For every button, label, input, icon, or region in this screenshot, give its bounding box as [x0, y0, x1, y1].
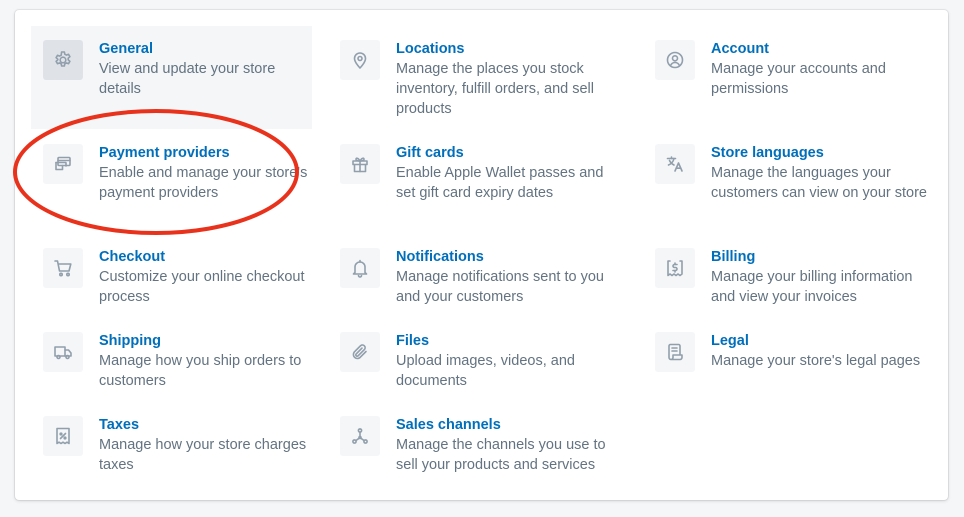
- settings-item-title: Files: [396, 333, 430, 349]
- settings-item-description: Manage your billing information and view…: [711, 269, 913, 305]
- gear-icon: [43, 40, 83, 80]
- settings-item-legal[interactable]: Legal Manage your store's legal pages: [643, 318, 938, 402]
- settings-item-taxes[interactable]: Taxes Manage how your store charges taxe…: [31, 402, 312, 486]
- paperclip-icon: [340, 332, 380, 372]
- settings-item-description: Upload images, videos, and documents: [396, 353, 575, 389]
- translate-icon: [655, 144, 695, 184]
- settings-item-title: Gift cards: [396, 145, 464, 161]
- settings-item-description: Manage the languages your customers can …: [711, 165, 927, 201]
- settings-item-title: Sales channels: [396, 417, 501, 433]
- settings-item-checkout[interactable]: Checkout Customize your online checkout …: [31, 234, 312, 318]
- settings-item-description: Manage the channels you use to sell your…: [396, 437, 606, 473]
- legal-scroll-icon: [655, 332, 695, 372]
- settings-card: General View and update your store detai…: [15, 10, 948, 500]
- settings-item-description: Manage your store's legal pages: [711, 353, 921, 369]
- location-pin-icon: [340, 40, 380, 80]
- settings-item-title: Checkout: [99, 249, 166, 265]
- settings-item-description: Manage how you ship orders to customers: [99, 353, 302, 389]
- settings-item-notifications[interactable]: Notifications Manage notifications sent …: [328, 234, 628, 318]
- payment-cards-icon: [43, 144, 83, 184]
- settings-item-store-languages[interactable]: Store languages Manage the languages you…: [643, 130, 938, 233]
- settings-item-description: Manage notifications sent to you and you…: [396, 269, 604, 305]
- billing-icon: [655, 248, 695, 288]
- settings-item-general[interactable]: General View and update your store detai…: [31, 26, 312, 129]
- settings-item-gift-cards[interactable]: Gift cards Enable Apple Wallet passes an…: [328, 130, 628, 233]
- bell-icon: [340, 248, 380, 288]
- settings-item-title: Notifications: [396, 249, 484, 265]
- settings-item-payment-providers[interactable]: Payment providers Enable and manage your…: [31, 130, 312, 233]
- settings-item-description: Manage your accounts and permissions: [711, 61, 886, 97]
- settings-item-description: Enable and manage your store's payment p…: [99, 165, 308, 201]
- settings-item-locations[interactable]: Locations Manage the places you stock in…: [328, 26, 628, 129]
- settings-item-description: View and update your store details: [99, 61, 276, 97]
- settings-item-title: Billing: [711, 249, 756, 265]
- settings-item-description: Manage how your store charges taxes: [99, 437, 307, 473]
- gift-icon: [340, 144, 380, 184]
- settings-item-title: Legal: [711, 333, 749, 349]
- cart-icon: [43, 248, 83, 288]
- settings-item-title: Taxes: [99, 417, 140, 433]
- settings-item-description: Customize your online checkout process: [99, 269, 305, 305]
- settings-item-files[interactable]: Files Upload images, videos, and documen…: [328, 318, 628, 402]
- settings-item-shipping[interactable]: Shipping Manage how you ship orders to c…: [31, 318, 312, 402]
- settings-item-account[interactable]: Account Manage your accounts and permiss…: [643, 26, 938, 129]
- settings-item-billing[interactable]: Billing Manage your billing information …: [643, 234, 938, 318]
- tax-receipt-icon: [43, 416, 83, 456]
- settings-item-title: Locations: [396, 41, 465, 57]
- settings-item-title: Shipping: [99, 333, 162, 349]
- settings-item-title: General: [99, 41, 153, 57]
- settings-item-title: Account: [711, 41, 769, 57]
- truck-icon: [43, 332, 83, 372]
- settings-item-title: Payment providers: [99, 145, 230, 161]
- settings-item-title: Store languages: [711, 145, 824, 161]
- settings-item-description: Manage the places you stock inventory, f…: [396, 61, 594, 117]
- settings-item-description: Enable Apple Wallet passes and set gift …: [396, 165, 604, 201]
- settings-item-sales-channels[interactable]: Sales channels Manage the channels you u…: [328, 402, 628, 486]
- sales-channels-icon: [340, 416, 380, 456]
- account-icon: [655, 40, 695, 80]
